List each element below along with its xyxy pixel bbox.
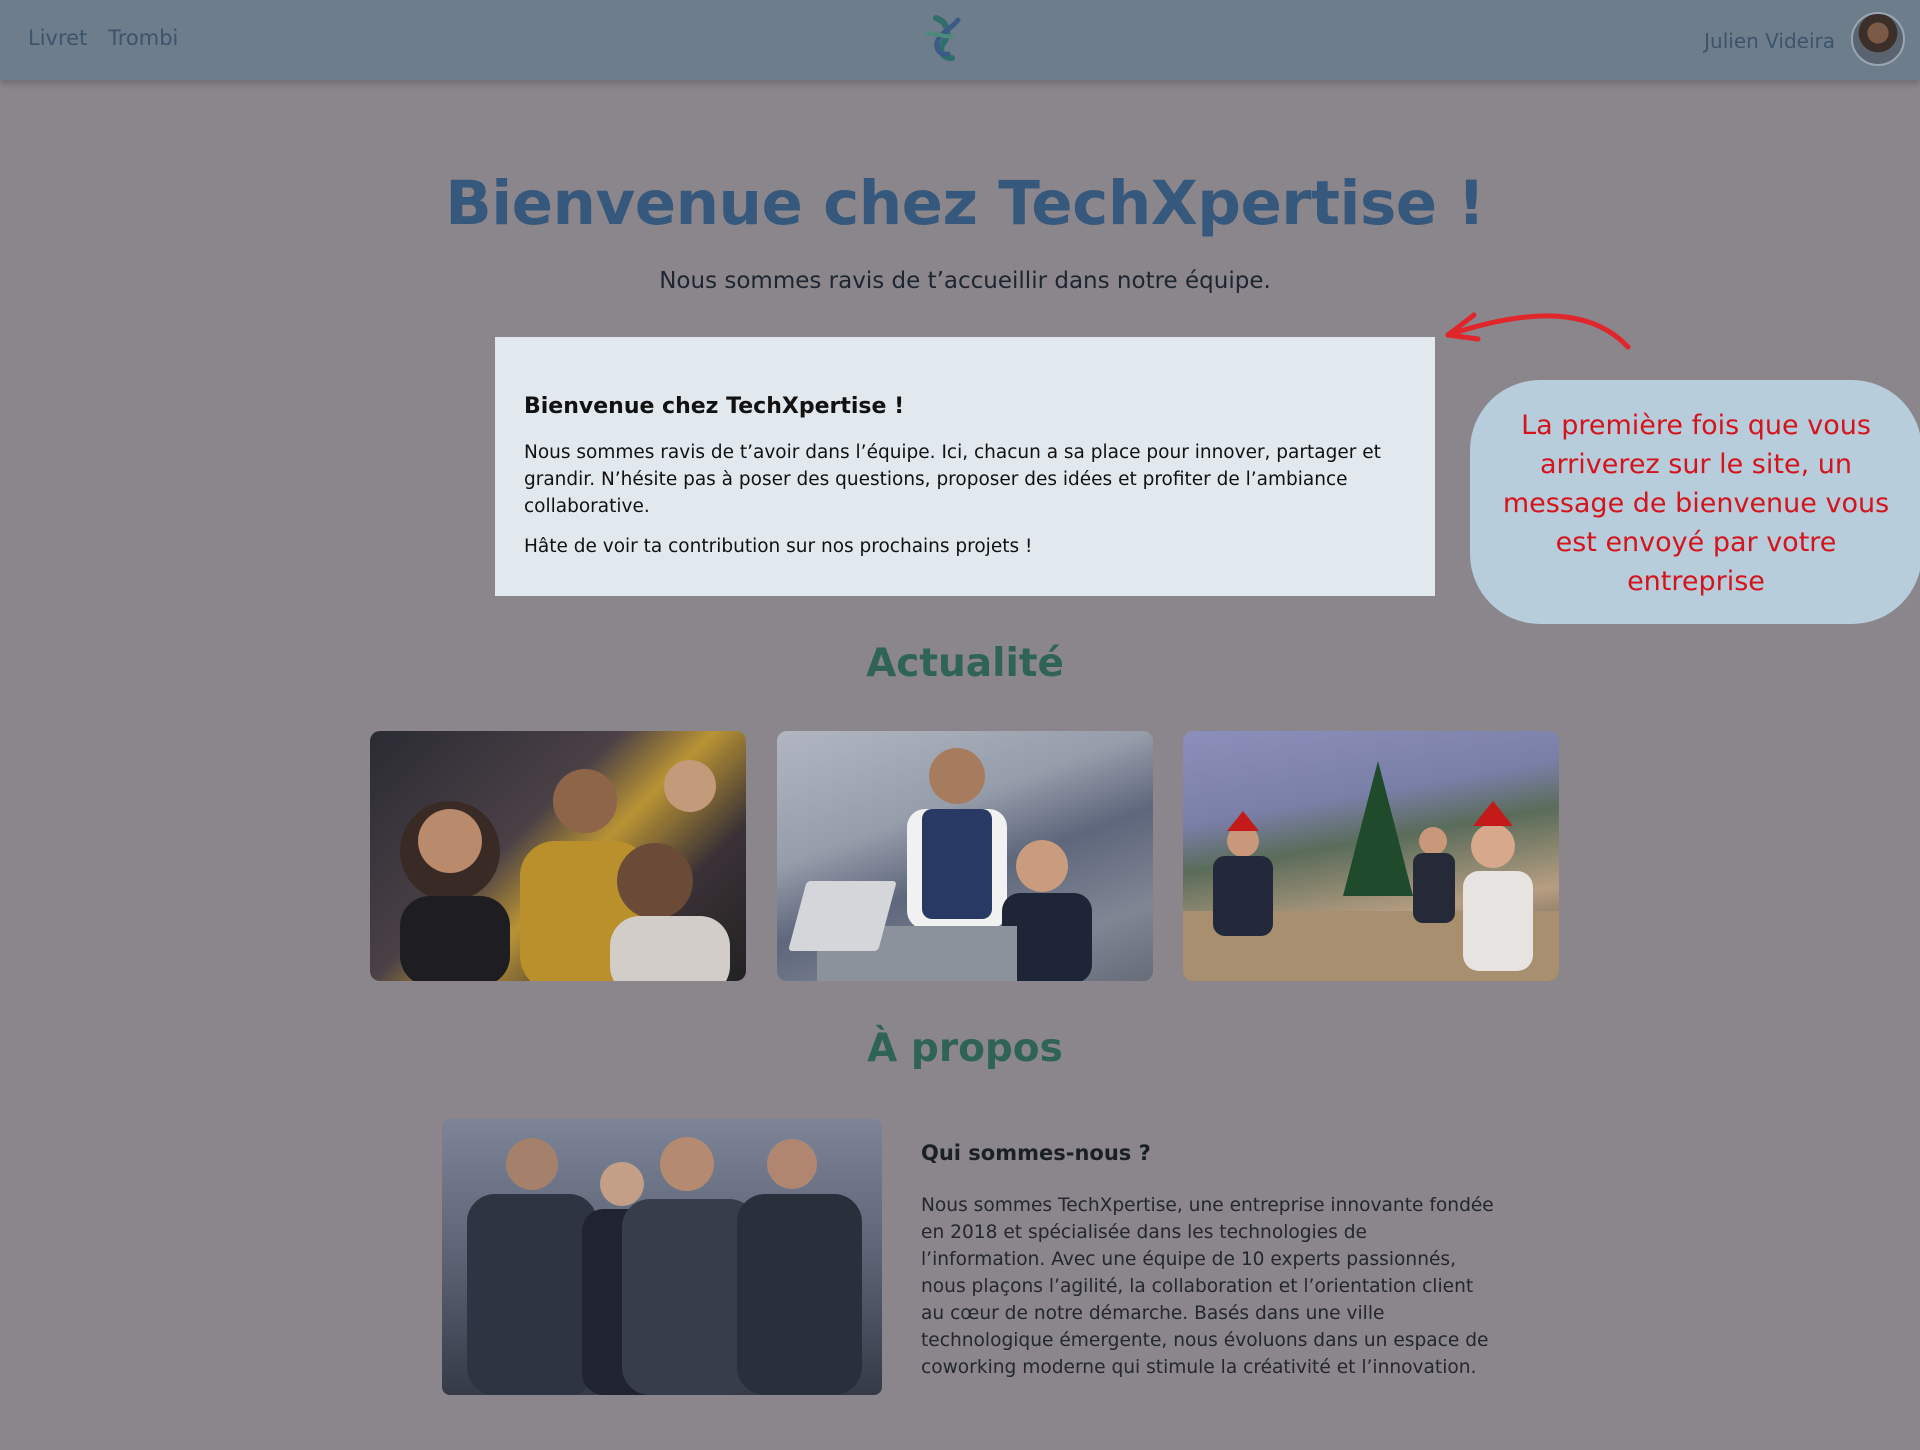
- about-team-image: [442, 1119, 882, 1395]
- welcome-paragraph-2: Hâte de voir ta contribution sur nos pro…: [524, 536, 1033, 557]
- page-title: Bienvenue chez TechXpertise !: [445, 168, 1485, 239]
- welcome-message-box: Bienvenue chez TechXpertise ! Nous somme…: [495, 337, 1435, 596]
- annotation-arrow-icon: [1445, 312, 1631, 350]
- avatar-icon[interactable]: [1851, 12, 1905, 66]
- news-image-3[interactable]: [1183, 731, 1559, 981]
- page-subtitle: Nous sommes ravis de t’accueillir dans n…: [659, 268, 1271, 294]
- news-image-1[interactable]: [370, 731, 746, 981]
- welcome-paragraph-1: Nous sommes ravis de t’avoir dans l’équi…: [524, 442, 1381, 517]
- about-subtitle: Qui sommes-nous ?: [921, 1141, 1151, 1165]
- user-name[interactable]: Julien Videira: [1704, 29, 1835, 53]
- welcome-title: Bienvenue chez TechXpertise !: [524, 394, 905, 419]
- annotation-callout: La première fois que vous arriverez sur …: [1470, 380, 1920, 624]
- top-navbar: Livret Trombi Julien Videira: [0, 0, 1920, 80]
- logo-icon[interactable]: [922, 12, 970, 64]
- nav-link-livret[interactable]: Livret: [28, 26, 87, 50]
- about-section-title: À propos: [867, 1026, 1063, 1071]
- news-image-2[interactable]: [777, 731, 1153, 981]
- nav-link-trombi[interactable]: Trombi: [108, 26, 178, 50]
- about-description: Nous sommes TechXpertise, une entreprise…: [921, 1195, 1494, 1378]
- news-section-title: Actualité: [866, 641, 1064, 686]
